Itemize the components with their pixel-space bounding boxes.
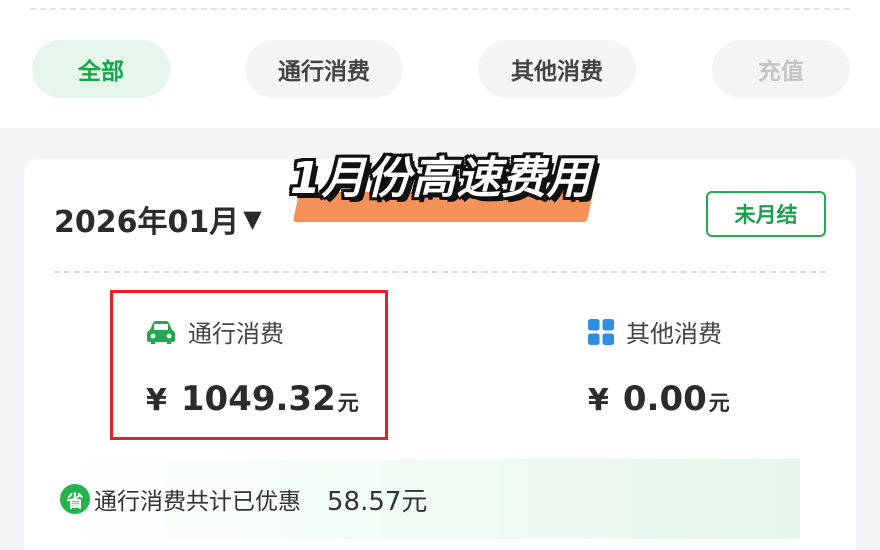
toll-amount: 1049.32 xyxy=(180,379,336,419)
tab-all[interactable]: 全部 xyxy=(32,40,170,98)
filter-tab-bar: 全部 通行消费 其他消费 充值 xyxy=(0,0,880,128)
other-consumption-stat[interactable]: 其他消费 ¥ 0.00 元 xyxy=(588,314,858,419)
other-amount: 0.00 xyxy=(622,379,707,419)
toll-consumption-stat[interactable]: 通行消费 ¥ 1049.32 元 xyxy=(146,314,416,419)
other-consumption-label: 其他消费 xyxy=(626,320,722,348)
settlement-status-button[interactable]: 未月结 xyxy=(706,191,826,237)
discount-value: 58.57元 xyxy=(327,486,428,517)
month-selector[interactable]: 2026年01月 ▼ xyxy=(54,197,262,241)
dropdown-caret-icon: ▼ xyxy=(243,205,262,233)
toll-consumption-label: 通行消费 xyxy=(188,320,284,348)
top-divider xyxy=(30,8,850,10)
grid-icon xyxy=(588,318,614,345)
discount-summary: 省 通行消费共计已优惠 58.57元 xyxy=(54,459,800,539)
tab-recharge[interactable]: 充值 xyxy=(712,40,850,98)
toll-unit: 元 xyxy=(337,391,359,415)
other-unit: 元 xyxy=(708,391,730,415)
other-currency: ¥ xyxy=(588,383,609,418)
month-label: 2026年01月 xyxy=(54,205,240,240)
toll-currency: ¥ xyxy=(146,383,167,418)
car-icon xyxy=(146,320,176,344)
discount-label: 通行消费共计已优惠 xyxy=(94,489,301,515)
overlay-title: 1月份高速费用 xyxy=(290,153,592,204)
tab-other-consumption[interactable]: 其他消费 xyxy=(478,40,636,98)
save-badge-icon: 省 xyxy=(60,484,90,514)
card-divider xyxy=(54,271,826,273)
tab-toll-consumption[interactable]: 通行消费 xyxy=(245,40,403,98)
